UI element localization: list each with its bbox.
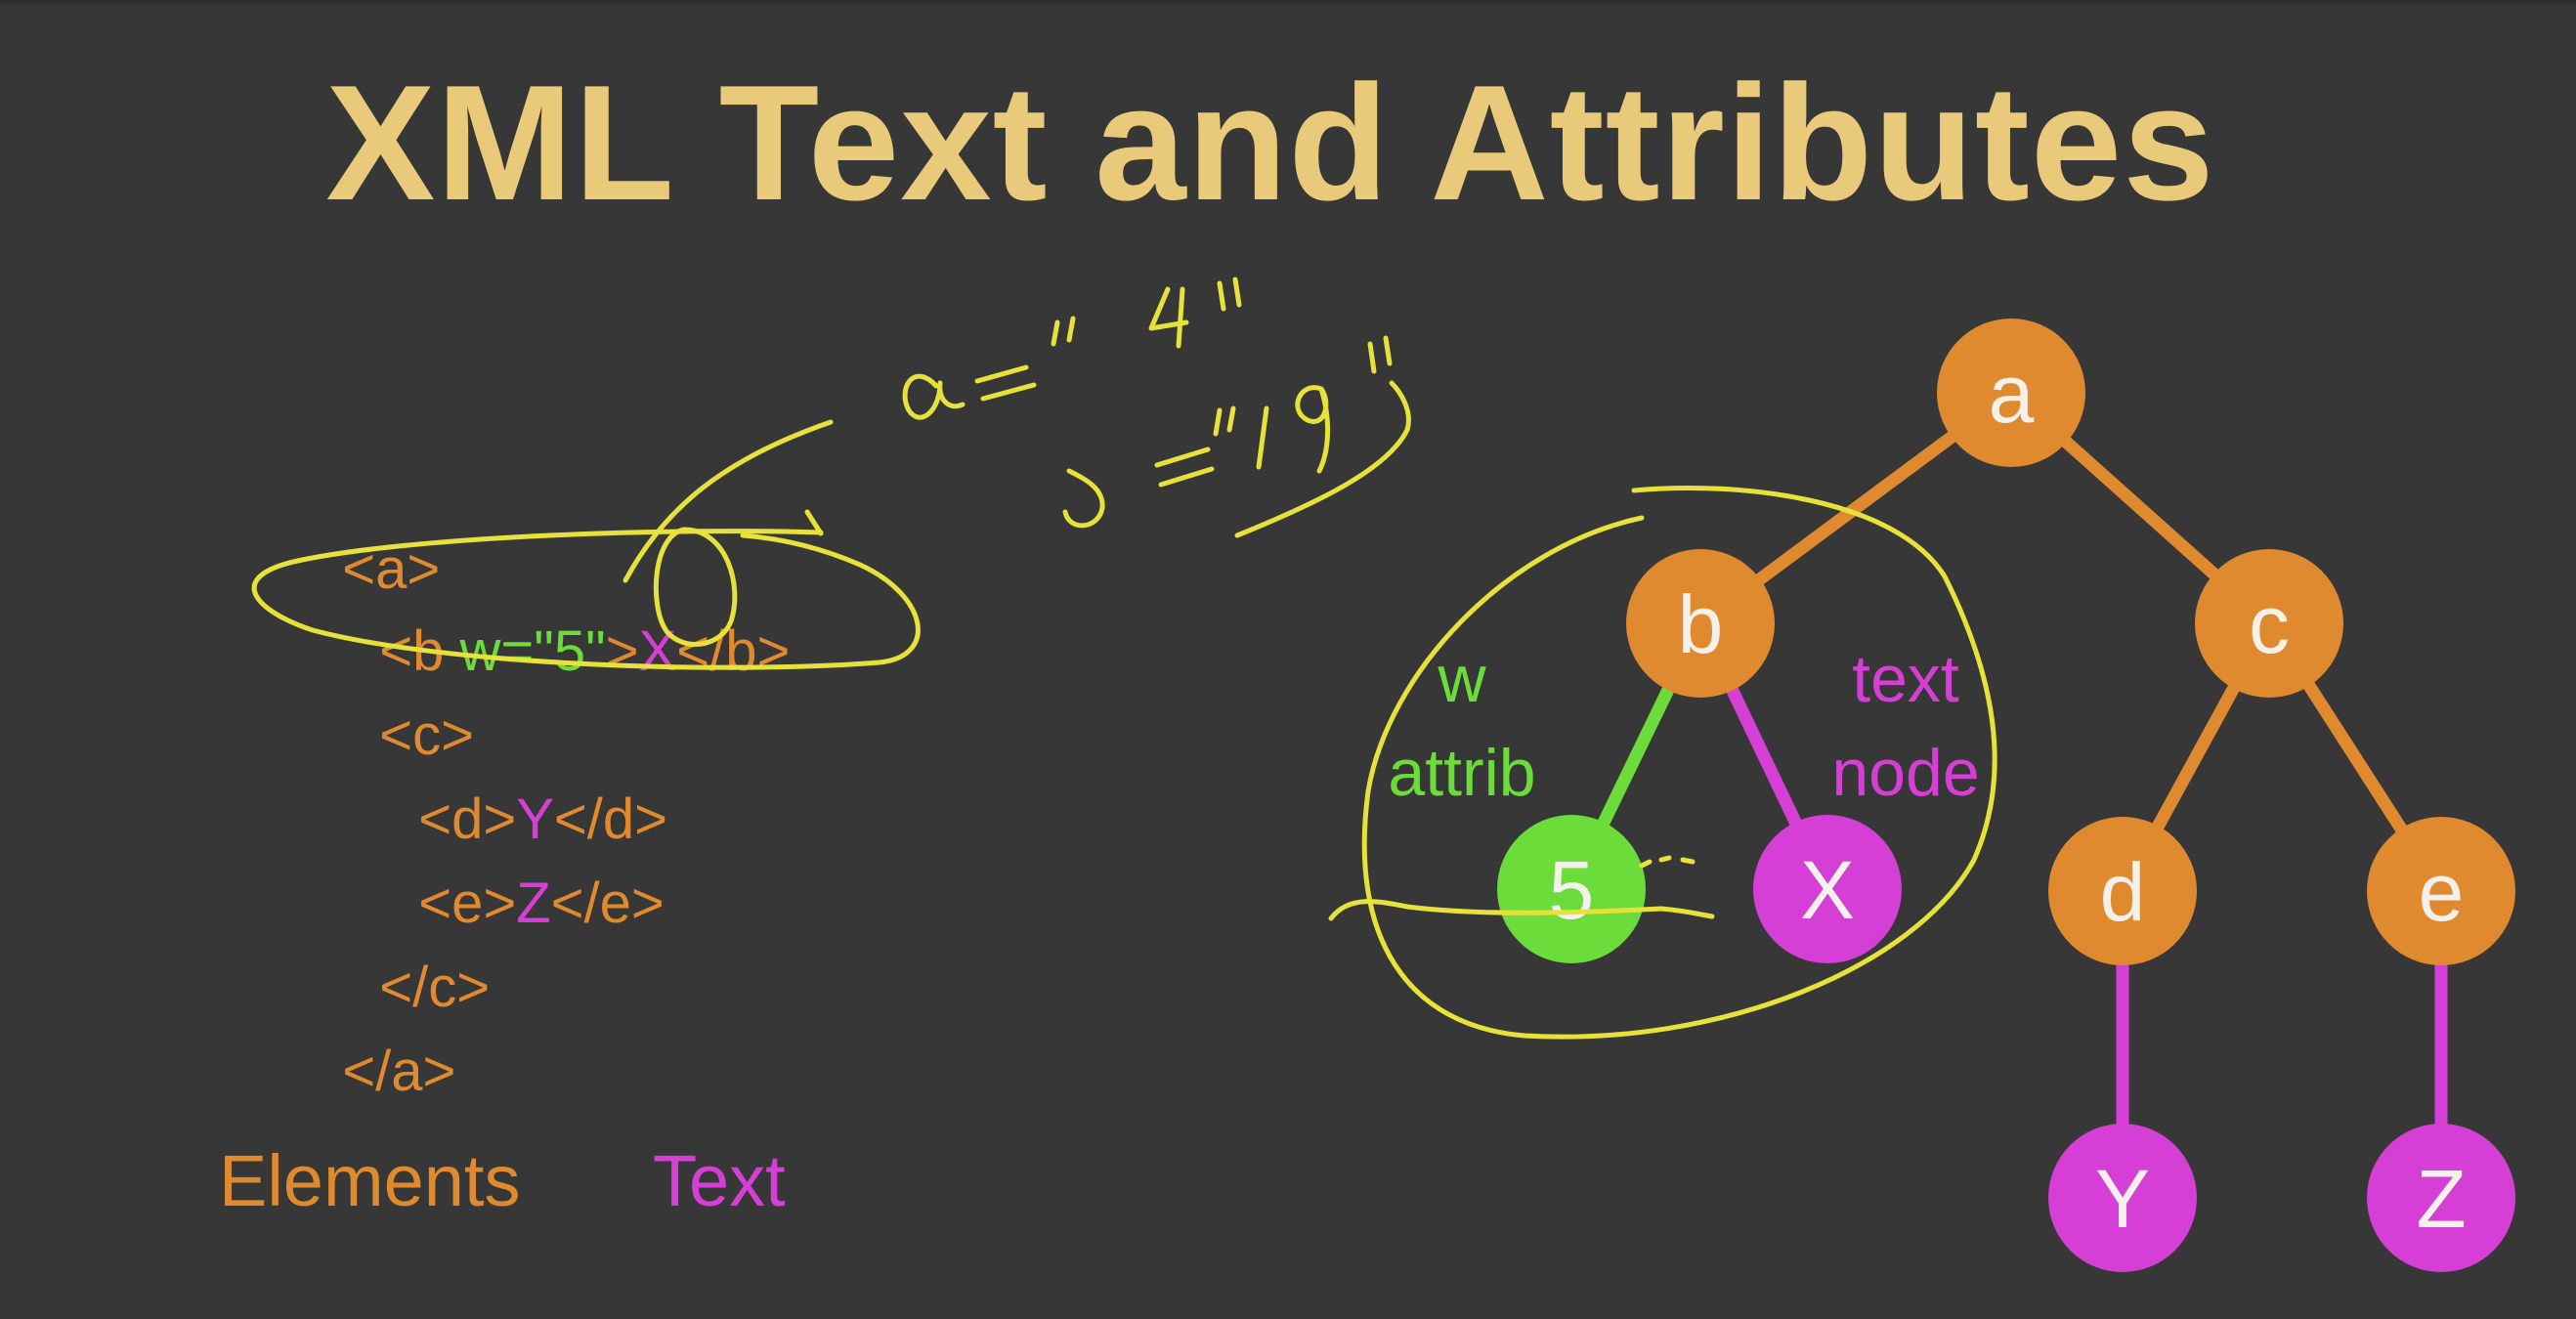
- node-label-b: b: [1678, 578, 1724, 670]
- attrib-label-w: w: [1437, 642, 1486, 716]
- ink-quote-2: [1217, 277, 1242, 312]
- ink-loop-b-line: [251, 529, 921, 670]
- tree-node-text-y: Y: [2048, 1124, 2197, 1272]
- attrib-label-attrib: attrib: [1388, 736, 1535, 810]
- tree-edges: [1566, 387, 2448, 1198]
- tree-node-d: d: [2048, 817, 2197, 965]
- ink-digit-1: [1256, 405, 1269, 470]
- ink-equals-2: [1154, 447, 1215, 488]
- tree-node-e: e: [2367, 817, 2515, 965]
- node-label-y: Y: [2095, 1153, 2150, 1245]
- tree-node-b: b: [1626, 549, 1775, 698]
- node-label-x: X: [1800, 844, 1855, 936]
- ink-digit-9: [1295, 385, 1330, 474]
- text-node-label-text: text: [1852, 642, 1959, 716]
- xml-tree-diagram: a b c d e 5 X Y Z w attrib text node: [251, 277, 2515, 1272]
- tree-node-attribute-5: 5: [1497, 815, 1646, 963]
- node-label-c: c: [2249, 578, 2290, 670]
- node-label-z: Z: [2416, 1153, 2466, 1245]
- ink-quote-4: [1367, 335, 1393, 374]
- tree-node-c: c: [2195, 549, 2343, 698]
- node-label-d: d: [2100, 846, 2146, 938]
- node-label-5: 5: [1549, 844, 1595, 936]
- node-label-e: e: [2419, 846, 2465, 938]
- ink-quote-3: [1213, 405, 1236, 437]
- ink-equals-1: [974, 364, 1037, 402]
- tree-node-a: a: [1937, 319, 2085, 467]
- ink-dots: [1639, 855, 1696, 869]
- ink-letter-b: [1062, 468, 1105, 529]
- ink-letter-a: [902, 373, 966, 420]
- node-label-a: a: [1989, 348, 2035, 440]
- tree-node-text-x: X: [1753, 815, 1902, 963]
- ink-digit-4: [1148, 286, 1189, 349]
- text-node-label-node: node: [1831, 736, 1979, 810]
- ink-quote-1: [1051, 316, 1076, 347]
- ink-oval-x: [653, 527, 738, 647]
- tree-node-text-z: Z: [2367, 1124, 2515, 1272]
